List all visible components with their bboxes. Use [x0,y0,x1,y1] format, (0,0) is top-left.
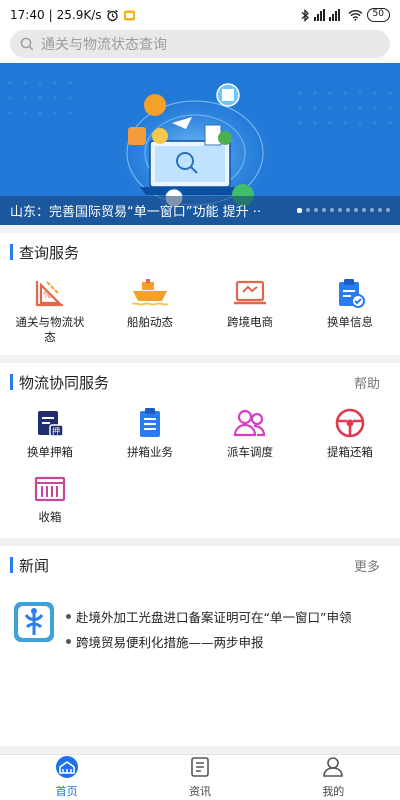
status-time: 17:40 [10,8,45,22]
container-icon [30,470,70,506]
news-section: 新闻 更多 赴境外加工光盘进口备案证明可在“单一窗口”申领 跨境贸易便利化措施—… [0,546,400,746]
document-list-icon [130,405,170,441]
carousel-dot[interactable] [297,208,302,213]
carousel-dot[interactable] [330,208,334,212]
home-icon [54,756,80,781]
laptop-icon [230,275,270,311]
section-accent-bar [10,557,13,573]
search-input[interactable]: 通关与物流状态查询 [10,30,390,58]
signal-icon [313,9,344,21]
news-item[interactable]: 跨境贸易便利化措施——两步申报 [66,629,351,654]
carousel-dot[interactable] [338,208,342,212]
service-exchange-deposit[interactable]: 押 换单押箱 [0,401,100,460]
service-cross-border-ecommerce[interactable]: 跨境电商 [200,271,300,345]
bottom-navigation: 首页 资讯 我的 [0,754,400,800]
banner-caption: 山东：完善国际贸易“单一窗口”功能 提升 ·· [10,205,261,220]
bullet-icon [66,639,71,644]
section-title: 物流协同服务 [19,373,110,392]
ship-icon [130,275,170,311]
service-pickup-return[interactable]: 提箱还箱 [300,401,400,460]
banner-caption-bar: 山东：完善国际贸易“单一窗口”功能 提升 ·· [0,196,400,225]
carousel-dot[interactable] [346,208,350,212]
news-list: 赴境外加工光盘进口备案证明可在“单一窗口”申领 跨境贸易便利化措施——两步申报 [66,604,351,654]
nav-news[interactable]: 资讯 [133,755,266,800]
steering-wheel-icon [330,405,370,441]
carousel-dot[interactable] [306,208,310,212]
search-icon [20,37,34,51]
deposit-clipboard-icon: 押 [30,405,70,441]
service-exchange-info[interactable]: 换单信息 [300,271,400,345]
battery-icon: 50 [366,8,390,22]
bullet-icon [66,614,71,619]
news-icon [189,756,211,781]
alarm-icon [106,9,119,22]
nav-home[interactable]: 首页 [0,755,133,800]
search-bar: 通关与物流状态查询 [0,30,400,63]
logistics-services-section: 物流协同服务 帮助 押 换单押箱 拼箱业务 派车调度 提箱还箱 收箱 [0,363,400,538]
network-speed: 25.9K/s [56,8,102,22]
query-services-section: 查询服务 % 通关与物流状态 船舶动态 跨境电商 换单信息 [0,233,400,355]
service-customs-logistics-status[interactable]: % 通关与物流状态 [0,271,100,345]
svg-text:押: 押 [52,426,60,436]
search-placeholder: 通关与物流状态查询 [41,37,167,53]
carousel-dots [297,208,390,213]
app-notification-icon [123,9,136,22]
service-receive-container[interactable]: 收箱 [0,466,100,525]
service-lcl-business[interactable]: 拼箱业务 [100,401,200,460]
carousel-dot[interactable] [378,208,382,212]
carousel-dot[interactable] [370,208,374,212]
carousel-dot[interactable] [314,208,318,212]
profile-icon [322,756,344,781]
news-item[interactable]: 赴境外加工光盘进口备案证明可在“单一窗口”申领 [66,604,351,629]
help-link[interactable]: 帮助 [354,373,380,392]
service-ship-status[interactable]: 船舶动态 [100,271,200,345]
wifi-icon [348,9,363,21]
bluetooth-icon [301,8,310,22]
carousel-dot[interactable] [362,208,366,212]
news-source-logo [10,598,58,646]
svg-text:%: % [43,291,52,301]
app-screen: 17:40 | 25.9K/s 50 通关与物流状态查询 山东：完善国际贸易“单… [0,0,400,800]
service-dispatch[interactable]: 派车调度 [200,401,300,460]
section-title: 新闻 [19,556,50,575]
section-accent-bar [10,244,13,260]
carousel-dot[interactable] [386,208,390,212]
section-accent-bar [10,374,13,390]
status-bar: 17:40 | 25.9K/s 50 [0,0,400,30]
section-title: 查询服务 [19,243,80,262]
carousel-dot[interactable] [322,208,326,212]
clipboard-check-icon [330,275,370,311]
customs-chart-icon: % [30,275,70,311]
team-icon [230,405,270,441]
more-news-link[interactable]: 更多 [354,556,380,575]
banner-carousel[interactable]: 山东：完善国际贸易“单一窗口”功能 提升 ·· [0,63,400,225]
carousel-dot[interactable] [354,208,358,212]
nav-profile[interactable]: 我的 [267,755,400,800]
